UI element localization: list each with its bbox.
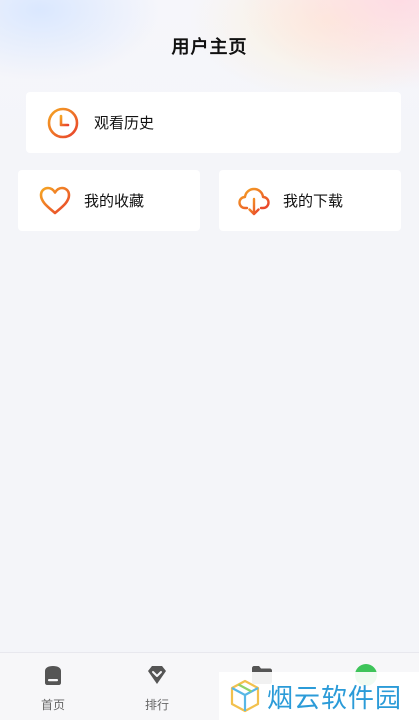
watermark: 烟云软件园 xyxy=(219,672,419,720)
cube-logo-icon xyxy=(230,679,260,713)
downloads-label: 我的下载 xyxy=(283,192,344,210)
tab-home[interactable]: 首页 xyxy=(13,653,93,720)
cloud-download-icon xyxy=(238,187,270,215)
favorites-label: 我的收藏 xyxy=(84,192,145,210)
heart-icon xyxy=(39,186,71,214)
watch-history-label: 观看历史 xyxy=(94,114,155,132)
home-icon xyxy=(45,666,61,685)
rank-icon xyxy=(148,666,166,684)
tab-rank-label: 排行 xyxy=(144,698,169,712)
tab-rank[interactable]: 排行 xyxy=(117,653,197,720)
watermark-text: 烟云软件园 xyxy=(267,683,403,714)
downloads-card[interactable]: 我的下载 xyxy=(219,170,401,231)
page-title: 用户主页 xyxy=(171,37,248,58)
clock-icon xyxy=(47,107,79,138)
favorites-card[interactable]: 我的收藏 xyxy=(18,170,200,231)
watch-history-card[interactable]: 观看历史 xyxy=(26,92,401,153)
tab-home-label: 首页 xyxy=(40,698,65,712)
